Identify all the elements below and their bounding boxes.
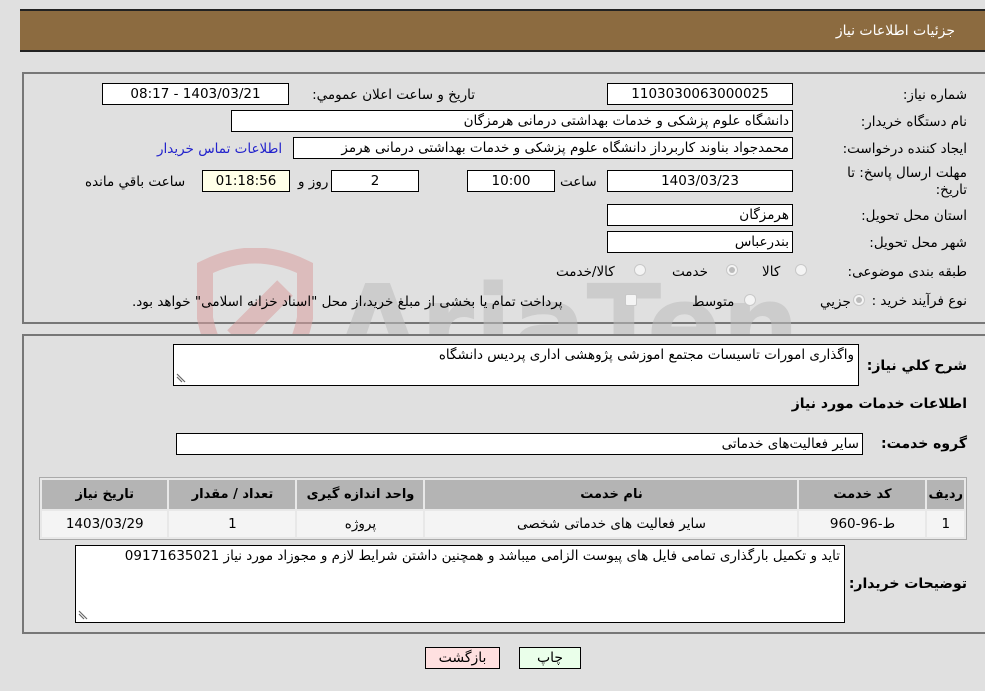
category-option-service: خدمت [672,264,708,280]
page-header: جزئیات اطلاعات نیاز [20,9,985,52]
remaining-label: ساعت باقي مانده [85,174,186,190]
cell-row: 1 [927,511,964,537]
col-row: ردیف [927,480,964,509]
col-unit: واحد اندازه گیری [297,480,424,509]
category-label: طبقه بندی موضوعی: [847,264,967,280]
deadline-label: مهلت ارسال پاسخ: تا تاریخ: [847,165,967,198]
announce-label: تاريخ و ساعت اعلان عمومي: [312,87,475,103]
creator-field: محمدجواد بناوند کاربرداز دانشگاه علوم پز… [293,137,793,159]
treasury-note: پرداخت تمام یا بخشی از مبلغ خرید،از محل … [132,294,563,310]
buyer-org-label: نام دستگاه خریدار: [860,114,967,130]
description-textarea[interactable]: واگذاری امورات تاسیسات مجتمع اموزشی پژوه… [173,344,859,386]
province-label: استان محل تحویل: [861,208,967,224]
remaining-time-field: 01:18:56 [202,170,290,192]
province-field: هرمزگان [607,204,793,226]
services-section-title: اطلاعات خدمات مورد نیاز [791,396,967,412]
purchase-radio-minor[interactable] [853,294,865,306]
buyer-notes-text: تاید و تکمیل بارگذاری تمامی فایل های پیو… [124,548,840,564]
time-label: ساعت [560,174,597,190]
page-title: جزئیات اطلاعات نیاز [835,23,955,39]
treasury-checkbox[interactable] [625,294,637,306]
days-field: 2 [331,170,419,192]
cell-date: 1403/03/29 [42,511,168,537]
buyer-org-field: دانشگاه علوم پزشکی و خدمات بهداشتی درمان… [231,110,793,132]
category-option-goods: کالا [762,264,781,280]
category-radio-service[interactable] [726,264,738,276]
description-label: شرح کلي نياز: [866,358,967,374]
col-qty: تعداد / مقدار [169,480,296,509]
services-table: ردیف کد خدمت نام خدمت واحد اندازه گیری ت… [39,477,967,540]
col-name: نام خدمت [425,480,798,509]
announce-date-field: 1403/03/21 - 08:17 [102,83,289,105]
service-group-label: گروه خدمت: [881,436,967,452]
resize-grip-icon[interactable] [176,373,186,383]
purchase-option-medium: متوسط [692,294,735,310]
table-header-row: ردیف کد خدمت نام خدمت واحد اندازه گیری ت… [42,480,964,509]
buyer-notes-label: توضیحات خریدار: [848,576,967,592]
category-radio-goods-service[interactable] [634,264,646,276]
days-label: روز و [298,174,329,190]
need-number-label: شماره نیاز: [902,87,967,103]
city-label: شهر محل تحویل: [869,235,967,251]
resize-grip-icon[interactable] [78,610,88,620]
purchase-radio-medium[interactable] [744,294,756,306]
category-option-goods-service: کالا/خدمت [556,264,615,280]
cell-name: سایر فعالیت های خدماتی شخصی [425,511,798,537]
back-button[interactable]: بازگشت [425,647,500,669]
print-button[interactable]: چاپ [519,647,581,669]
deadline-date-field: 1403/03/23 [607,170,793,192]
purchase-option-minor: جزیي [820,294,851,310]
category-radio-goods[interactable] [795,264,807,276]
city-field: بندرعباس [607,231,793,253]
col-code: کد خدمت [799,480,926,509]
deadline-time-field: 10:00 [467,170,555,192]
cell-unit: پروژه [297,511,424,537]
buyer-notes-textarea[interactable]: تاید و تکمیل بارگذاری تمامی فایل های پیو… [75,545,845,623]
cell-qty: 1 [169,511,296,537]
table-row: 1 ط-96-960 سایر فعالیت های خدماتی شخصی پ… [42,511,964,537]
description-text: واگذاری امورات تاسیسات مجتمع اموزشی پژوه… [438,347,854,363]
col-date: تاریخ نیاز [42,480,168,509]
creator-label: ایجاد کننده درخواست: [842,141,967,157]
buyer-contact-link[interactable]: اطلاعات تماس خریدار [157,141,282,157]
need-number-field: 1103030063000025 [607,83,793,105]
cell-code: ط-96-960 [799,511,926,537]
purchase-type-label: نوع فرآیند خرید : [871,293,967,309]
service-group-field: سایر فعالیت‌های خدماتی [176,433,863,455]
